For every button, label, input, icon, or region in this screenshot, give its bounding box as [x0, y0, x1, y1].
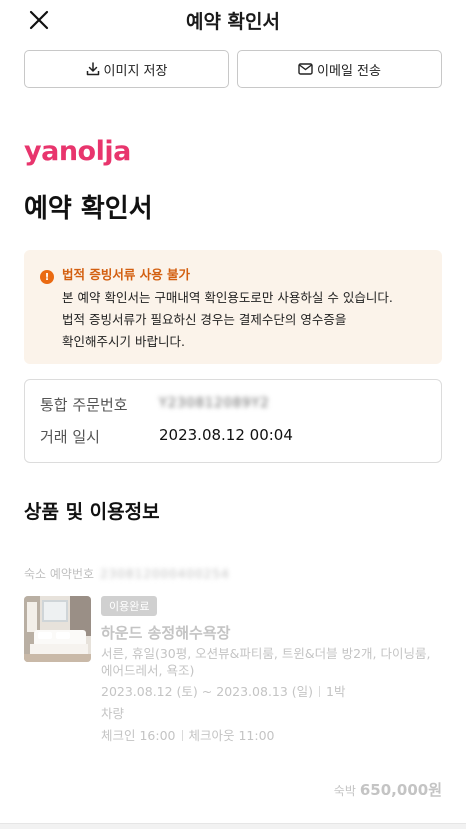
status-badge: 이용완료 — [101, 596, 158, 616]
order-number-label: 통합 주문번호 — [40, 396, 128, 414]
check-out-time: 체크아웃 11:00 — [188, 728, 275, 743]
legal-notice-box: ! 법적 증빙서류 사용 불가 본 예약 확인서는 구매내역 확인용도로만 사용… — [24, 250, 442, 364]
send-email-button[interactable]: 이메일 전송 — [237, 50, 442, 88]
notice-line: 본 예약 확인서는 구매내역 확인용도로만 사용하실 수 있습니다. — [62, 290, 393, 305]
save-image-label: 이미지 저장 — [103, 63, 168, 79]
header-title: 예약 확인서 — [185, 11, 280, 33]
check-in-date: 2023.08.12 (토) — [101, 684, 198, 699]
check-in-out-times: 체크인 16:00 체크아웃 11:00 — [101, 725, 275, 744]
check-in-time: 체크인 16:00 — [101, 728, 176, 743]
hotel-name: 하운드 송정해수욕장 — [101, 624, 231, 642]
header: 예약 확인서 — [0, 0, 466, 40]
price-label: 숙박 — [333, 784, 356, 798]
divider — [181, 730, 183, 741]
transaction-datetime-label: 거래 일시 — [40, 428, 100, 446]
alert-icon: ! — [40, 270, 54, 284]
transaction-datetime-value: 2023.08.12 00:04 — [159, 426, 293, 444]
notice-line: 법적 증빙서류가 필요하신 경우는 결제수단의 영수증을 — [62, 312, 347, 327]
price: 숙박 650,000원 — [334, 779, 442, 800]
download-icon — [86, 62, 99, 76]
stay-dates: 2023.08.12 (토) ~ 2023.08.13 (일) 1박 — [101, 681, 346, 700]
reservation-number: 숙소 예약번호 230812000400254 — [24, 565, 230, 582]
notice-title: 법적 증빙서류 사용 불가 — [62, 267, 191, 282]
nights: 1박 — [326, 684, 346, 699]
reservation-number-value: 230812000400254 — [100, 567, 230, 581]
yanolja-logo: yanolja — [24, 136, 131, 167]
divider — [319, 686, 321, 697]
order-number-value: Y230812089Y2 — [159, 396, 270, 411]
order-info-box: 통합 주문번호 Y230812089Y2 거래 일시 2023.08.12 00… — [24, 379, 442, 463]
notice-line: 확인해주시기 바랍니다. — [62, 334, 185, 349]
mail-icon — [298, 63, 313, 75]
room-thumbnail — [24, 596, 91, 662]
check-out-date: 2023.08.13 (일) — [216, 684, 314, 699]
room-description: 서른, 휴일(30평, 오션뷰&파티룸, 트윈&더블 방2개, 다이닝룸, 에어… — [101, 646, 431, 678]
section-title: 상품 및 이용정보 — [24, 501, 160, 523]
reservation-number-label: 숙소 예약번호 — [24, 567, 95, 581]
date-separator: ~ — [201, 684, 213, 699]
save-image-button[interactable]: 이미지 저장 — [24, 50, 229, 88]
document-title: 예약 확인서 — [24, 194, 153, 224]
send-email-label: 이메일 전송 — [317, 63, 381, 79]
bottom-divider — [0, 823, 466, 829]
price-value: 650,000원 — [359, 781, 442, 799]
vehicle-info: 차량 — [101, 706, 125, 721]
